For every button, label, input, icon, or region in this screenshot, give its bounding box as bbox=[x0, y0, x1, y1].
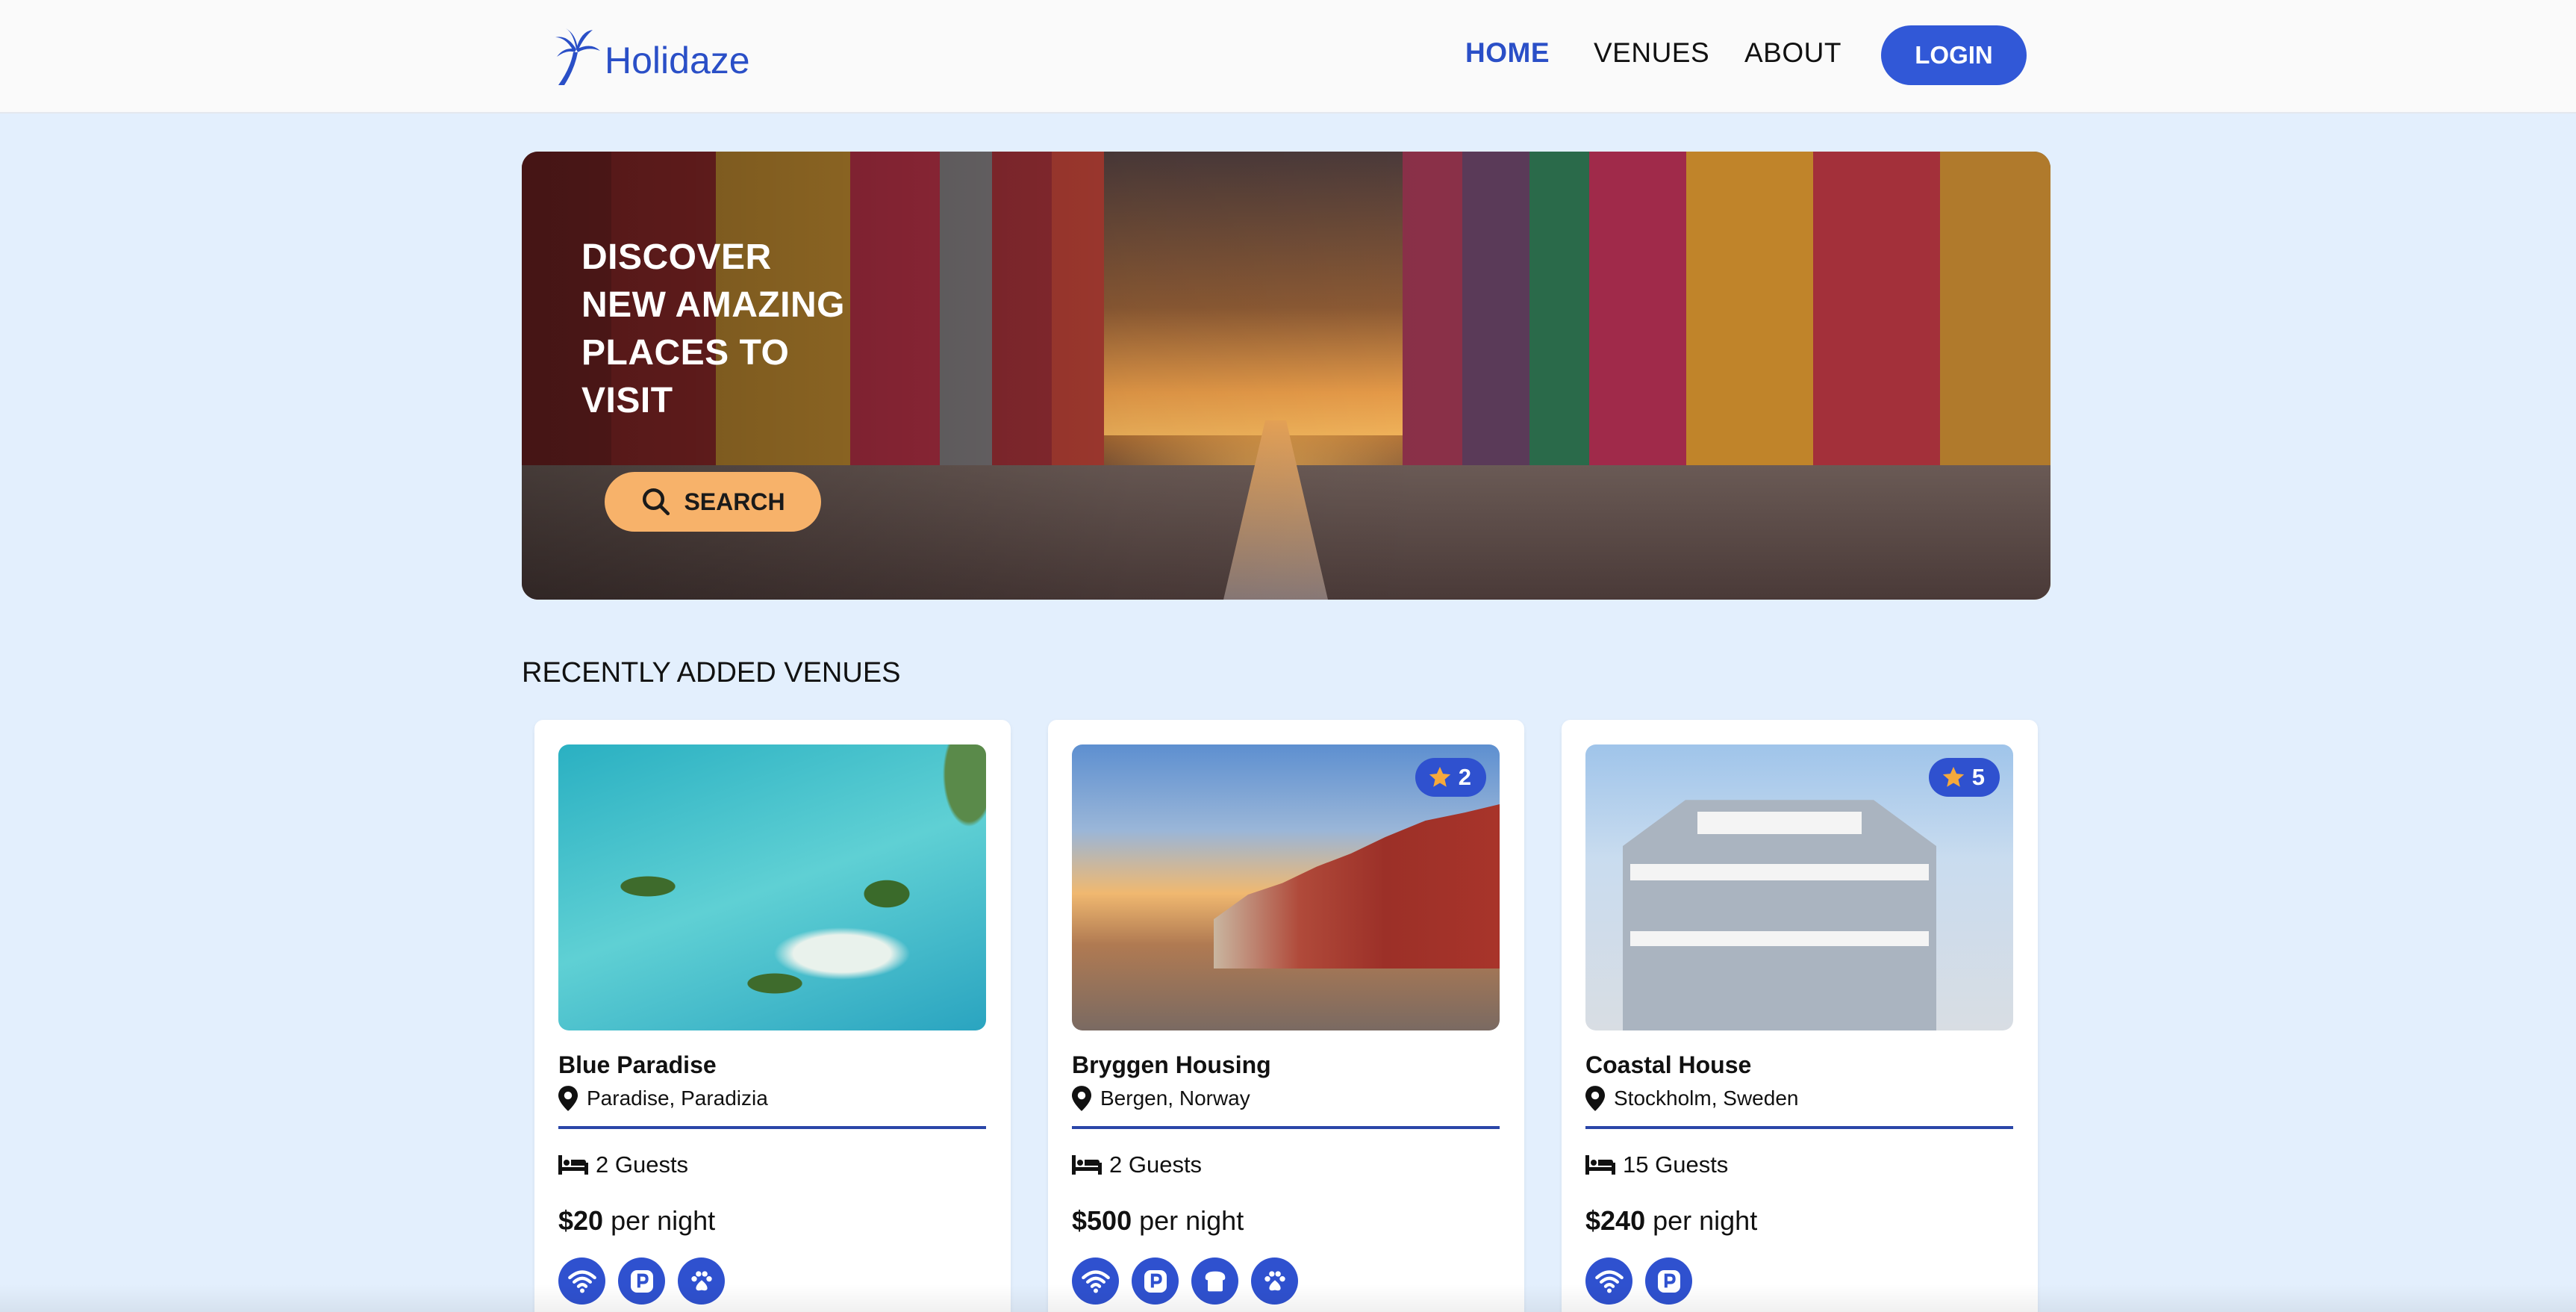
venue-location-text: Paradise, Paradizia bbox=[587, 1086, 768, 1110]
price-suffix: per night bbox=[1132, 1205, 1244, 1236]
venue-guests: 15 Guests bbox=[1585, 1151, 1728, 1178]
divider bbox=[1072, 1126, 1500, 1129]
star-icon bbox=[1942, 766, 1964, 787]
palm-tree-icon bbox=[555, 28, 600, 85]
rating-value: 5 bbox=[1971, 764, 1985, 790]
venue-location: Stockholm, Sweden bbox=[1585, 1086, 1798, 1111]
bottom-shadow bbox=[0, 1284, 2576, 1312]
location-pin-icon bbox=[1585, 1086, 1605, 1111]
venue-image: 5 bbox=[1585, 744, 2013, 1030]
venue-card[interactable]: 2 Bryggen Housing Bergen, Norway 2 Guest… bbox=[1048, 720, 1524, 1312]
venue-guests: 2 Guests bbox=[558, 1151, 688, 1178]
site-header: Holidaze HOME VENUES ABOUT LOGIN bbox=[0, 0, 2576, 114]
price-suffix: per night bbox=[603, 1205, 716, 1236]
venue-location: Bergen, Norway bbox=[1072, 1086, 1250, 1111]
nav-venues[interactable]: VENUES bbox=[1594, 37, 1709, 69]
search-label: SEARCH bbox=[684, 488, 785, 515]
venue-name: Blue Paradise bbox=[558, 1051, 717, 1078]
search-icon bbox=[643, 488, 670, 516]
bed-icon bbox=[558, 1155, 588, 1175]
hero-title-line: VISIT bbox=[581, 381, 673, 420]
nav-home[interactable]: HOME bbox=[1465, 37, 1550, 69]
hero-title-line: PLACES TO bbox=[581, 333, 790, 373]
venue-guests-text: 2 Guests bbox=[1109, 1151, 1203, 1178]
venue-location: Paradise, Paradizia bbox=[558, 1086, 768, 1111]
venue-location-text: Stockholm, Sweden bbox=[1614, 1086, 1799, 1110]
login-button[interactable]: LOGIN bbox=[1881, 25, 2027, 85]
section-title: RECENTLY ADDED VENUES bbox=[522, 657, 901, 688]
hero-title-line: NEW AMAZING bbox=[581, 285, 846, 325]
venue-guests-text: 2 Guests bbox=[596, 1151, 689, 1178]
venue-price: $20 per night bbox=[558, 1205, 715, 1237]
venue-price: $240 per night bbox=[1585, 1205, 1757, 1237]
venue-card[interactable]: 5 Coastal House Stockholm, Sweden 15 Gue… bbox=[1562, 720, 2038, 1312]
nav-about[interactable]: ABOUT bbox=[1744, 37, 1841, 69]
hero-banner: DISCOVER NEW AMAZING PLACES TO VISIT SEA… bbox=[522, 152, 2050, 600]
venue-location-text: Bergen, Norway bbox=[1100, 1086, 1250, 1110]
bed-icon bbox=[1585, 1155, 1615, 1175]
hero-title-line: DISCOVER bbox=[581, 237, 772, 277]
price-amount: $240 bbox=[1585, 1205, 1646, 1236]
divider bbox=[1585, 1126, 2013, 1129]
logo-text: Holidaze bbox=[605, 40, 750, 81]
search-button[interactable]: SEARCH bbox=[605, 472, 821, 532]
venue-name: Coastal House bbox=[1585, 1051, 1752, 1078]
venue-card[interactable]: Blue Paradise Paradise, Paradizia 2 Gues… bbox=[534, 720, 1011, 1312]
logo-link[interactable]: Holidaze bbox=[551, 27, 750, 85]
location-pin-icon bbox=[1072, 1086, 1091, 1111]
rating-badge: 2 bbox=[1415, 758, 1486, 797]
star-icon bbox=[1429, 766, 1450, 787]
venue-guests: 2 Guests bbox=[1072, 1151, 1202, 1178]
venue-image: 2 bbox=[1072, 744, 1500, 1030]
price-amount: $500 bbox=[1072, 1205, 1132, 1236]
price-suffix: per night bbox=[1645, 1205, 1758, 1236]
venue-guests-text: 15 Guests bbox=[1623, 1151, 1729, 1178]
divider bbox=[558, 1126, 986, 1129]
rating-badge: 5 bbox=[1928, 758, 2000, 797]
location-pin-icon bbox=[558, 1086, 578, 1111]
hero-title: DISCOVER NEW AMAZING PLACES TO VISIT bbox=[581, 234, 895, 425]
price-amount: $20 bbox=[558, 1205, 604, 1236]
venue-image bbox=[558, 744, 986, 1030]
bed-icon bbox=[1072, 1155, 1102, 1175]
venue-price: $500 per night bbox=[1072, 1205, 1244, 1237]
rating-value: 2 bbox=[1458, 764, 1471, 790]
venue-name: Bryggen Housing bbox=[1072, 1051, 1271, 1078]
